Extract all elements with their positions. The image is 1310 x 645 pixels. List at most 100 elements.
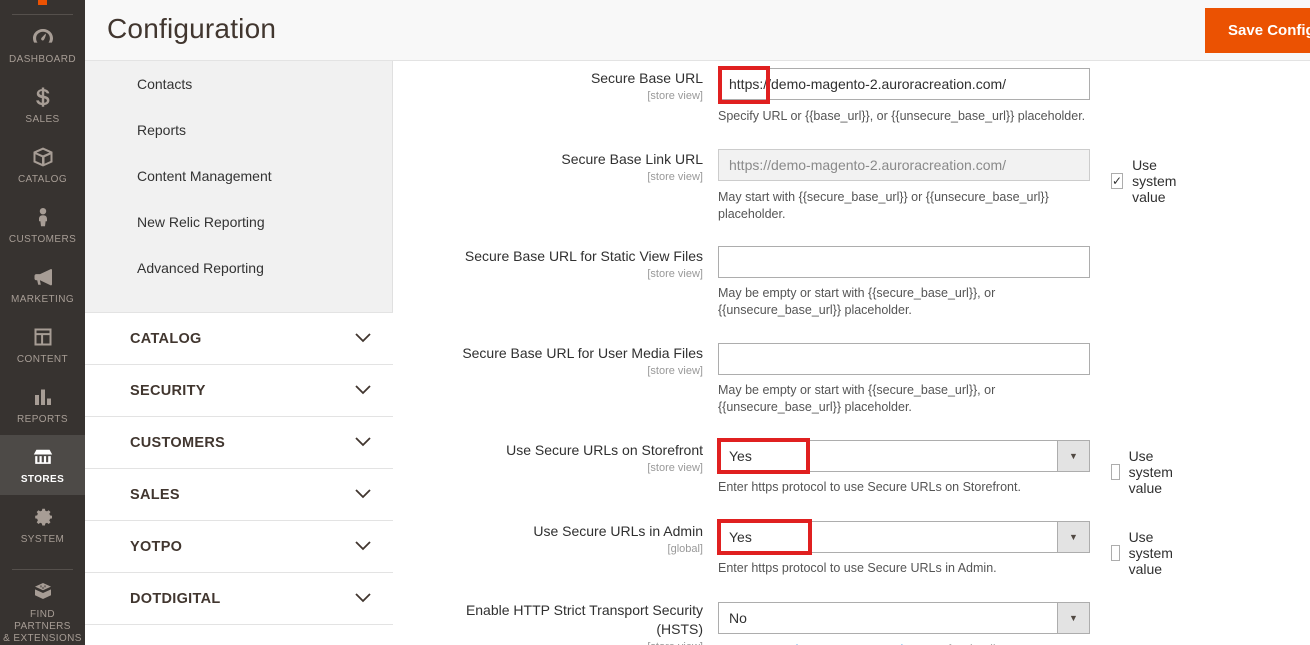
secure-base-link-url-input [718, 149, 1090, 181]
subnav-section-title: DOTDIGITAL [130, 590, 221, 607]
subnav-section-catalog[interactable]: CATALOG [85, 312, 393, 365]
checkbox-unchecked-icon[interactable] [1111, 464, 1120, 480]
sidebar-item-label: CATALOG [17, 174, 68, 185]
sidebar-item-system[interactable]: SYSTEM [0, 495, 85, 555]
use-secure-urls-admin-select[interactable]: Yes [718, 521, 1090, 553]
gear-icon [30, 504, 56, 530]
page-title: Configuration [107, 13, 277, 44]
dollar-icon [30, 84, 56, 110]
enable-hsts-select[interactable]: No [718, 602, 1090, 634]
configuration-form: Secure Base URL [store view] Specify URL… [393, 61, 1310, 645]
chevron-down-icon [355, 486, 371, 504]
subnav-item-new-relic-reporting[interactable]: New Relic Reporting [85, 199, 392, 245]
field-note: May start with {{secure_base_url}} or {{… [718, 190, 1049, 221]
field-scope: [global] [667, 543, 703, 555]
subnav-section-yotpo[interactable]: YOTPO [85, 520, 393, 573]
storefront-icon [30, 444, 56, 470]
sidebar-top-accent [38, 0, 47, 5]
configuration-sidebar: Contacts Reports Content Management New … [85, 61, 393, 645]
primary-sidebar: DASHBOARD SALES CATALOG CUSTOMERS MARKET [0, 0, 85, 645]
checkbox-checked-icon[interactable]: ✓ [1111, 173, 1124, 189]
sidebar-item-customers[interactable]: CUSTOMERS [0, 195, 85, 255]
use-system-value-storefront[interactable]: Use system value [1111, 448, 1180, 496]
subnav-item-content-management[interactable]: Content Management [85, 153, 392, 199]
sidebar-item-marketing[interactable]: MARKETING [0, 255, 85, 315]
sidebar-item-label: DASHBOARD [9, 54, 76, 65]
enable-hsts-select-wrap: No ▼ [718, 602, 1090, 634]
chevron-down-icon [355, 382, 371, 400]
secure-base-url-user-media-files-input[interactable] [718, 343, 1090, 375]
use-system-value-label: Use system value [1132, 157, 1177, 205]
subnav-section-title: SALES [130, 486, 180, 503]
subnav-section-customers[interactable]: CUSTOMERS [85, 416, 393, 469]
use-secure-urls-admin-select-wrap: Yes ▼ [718, 521, 1090, 553]
sidebar-item-dashboard[interactable]: DASHBOARD [0, 15, 85, 75]
subnav-section-title: YOTPO [130, 538, 183, 555]
sidebar-item-label: REPORTS [17, 414, 68, 425]
subnav-item-reports[interactable]: Reports [85, 107, 392, 153]
checkbox-unchecked-icon[interactable] [1111, 545, 1120, 561]
subnav-section-security[interactable]: SECURITY [85, 364, 393, 417]
field-label: Secure Base URL for Static View Files [s… [418, 247, 703, 281]
gauge-icon [30, 24, 56, 50]
chevron-down-icon [355, 434, 371, 452]
field-note: May be empty or start with {{secure_base… [718, 383, 996, 414]
sidebar-item-sales[interactable]: SALES [0, 75, 85, 135]
use-system-value-label: Use system value [1128, 448, 1173, 496]
secure-base-url-static-view-files-input[interactable] [718, 246, 1090, 278]
field-scope: [store view] [647, 171, 703, 183]
sidebar-item-catalog[interactable]: CATALOG [0, 135, 85, 195]
field-note: Enter https protocol to use Secure URLs … [718, 561, 997, 575]
use-system-value-admin[interactable]: Use system value [1111, 529, 1180, 577]
sidebar-item-label: SALES [25, 114, 60, 125]
subnav-item-contacts[interactable]: Contacts [85, 61, 392, 107]
person-icon [30, 204, 56, 230]
sidebar-item-label: MARKETING [10, 294, 75, 305]
bar-chart-icon [30, 384, 56, 410]
save-config-button[interactable]: Save Config [1205, 8, 1310, 53]
field-note: Enter https protocol to use Secure URLs … [718, 480, 1021, 494]
subnav-section-title: CATALOG [130, 330, 202, 347]
megaphone-icon [30, 264, 56, 290]
field-label: Use Secure URLs on Storefront [store vie… [418, 441, 703, 475]
field-scope: [store view] [647, 462, 703, 474]
field-label: Enable HTTP Strict Transport Security (H… [418, 601, 703, 645]
blocks-icon [30, 579, 56, 605]
sidebar-item-reports[interactable]: REPORTS [0, 375, 85, 435]
subnav-section-sales[interactable]: SALES [85, 468, 393, 521]
sidebar-item-content[interactable]: CONTENT [0, 315, 85, 375]
sidebar-item-label: SYSTEM [20, 534, 65, 545]
subnav-section-title: SECURITY [130, 382, 206, 399]
field-note: Specify URL or {{base_url}}, or {{unsecu… [718, 109, 1086, 123]
field-note: May be empty or start with {{secure_base… [718, 286, 996, 317]
chevron-down-icon [355, 330, 371, 348]
use-secure-urls-storefront-select[interactable]: Yes [718, 440, 1090, 472]
box-icon [30, 144, 56, 170]
field-scope: [store view] [647, 365, 703, 377]
sidebar-item-label: STORES [20, 474, 65, 485]
subnav-item-advanced-reporting[interactable]: Advanced Reporting [85, 245, 392, 291]
field-label: Secure Base Link URL [store view] [418, 150, 703, 184]
sidebar-item-label: CUSTOMERS [8, 234, 77, 245]
sidebar-item-stores[interactable]: STORES [0, 435, 85, 495]
sidebar-item-find-partners-extensions[interactable]: FIND PARTNERS & EXTENSIONS [0, 570, 85, 645]
sidebar-item-label: FIND PARTNERS & EXTENSIONS [3, 609, 82, 644]
magento-admin-configuration-page: DASHBOARD SALES CATALOG CUSTOMERS MARKET [0, 0, 1310, 645]
sidebar-item-label: CONTENT [16, 354, 69, 365]
use-system-value-secure-base-link-url[interactable]: ✓ Use system value [1111, 157, 1180, 205]
field-label: Secure Base URL [store view] [418, 69, 703, 103]
field-scope: [store view] [647, 268, 703, 280]
use-secure-urls-storefront-select-wrap: Yes ▼ [718, 440, 1090, 472]
layout-icon [30, 324, 56, 350]
subnav-section-title: CUSTOMERS [130, 434, 226, 451]
field-label: Use Secure URLs in Admin [global] [418, 522, 703, 556]
field-label: Secure Base URL for User Media Files [st… [418, 344, 703, 378]
secure-base-url-input[interactable] [718, 68, 1090, 100]
field-scope: [store view] [418, 640, 703, 645]
chevron-down-icon [355, 538, 371, 556]
subnav-expanded-group: Contacts Reports Content Management New … [85, 61, 393, 313]
use-system-value-label: Use system value [1128, 529, 1173, 577]
subnav-section-dotdigital[interactable]: DOTDIGITAL [85, 572, 393, 625]
chevron-down-icon [355, 590, 371, 608]
field-scope: [store view] [647, 90, 703, 102]
